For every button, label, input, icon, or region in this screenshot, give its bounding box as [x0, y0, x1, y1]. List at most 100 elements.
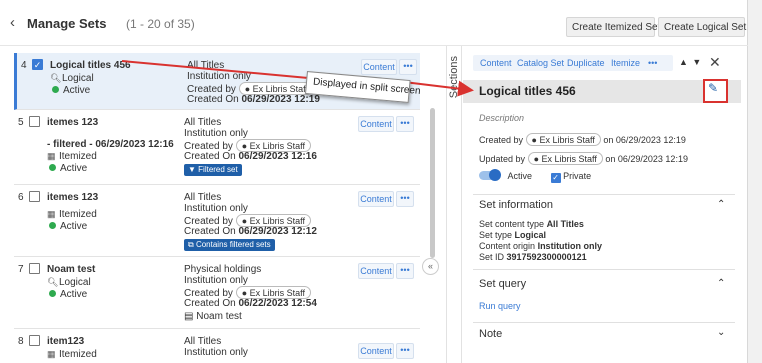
set-scope: Institution only: [184, 347, 248, 358]
filtered-label: - filtered - 06/29/2023 12:16: [47, 139, 174, 150]
set-type: 🔍︎Logical: [50, 73, 94, 84]
list-scrollbar[interactable]: [430, 108, 435, 258]
row-index: 8: [18, 336, 24, 347]
itemized-icon: ▦: [47, 349, 56, 359]
created-on: Created On 06/29/2023 12:19: [187, 94, 320, 105]
set-name[interactable]: itemes 123: [47, 192, 98, 203]
detail-panel: Content Catalog Set Duplicate Itemize ••…: [463, 46, 745, 363]
user-pill[interactable]: ● Ex Libris Staff: [525, 133, 601, 146]
set-information-header[interactable]: Set information: [479, 199, 553, 211]
set-status: Active: [47, 221, 87, 232]
chevron-left-icon[interactable]: ‹: [10, 15, 15, 31]
contains-filtered-badge: ⧉ Contains filtered sets: [184, 239, 275, 251]
filter-icon: ▼: [188, 165, 196, 174]
run-query-link[interactable]: Run query: [479, 301, 521, 311]
row-index: 4: [21, 60, 27, 71]
active-label: Active: [507, 171, 533, 181]
chevron-up-icon[interactable]: ⌃: [717, 199, 725, 210]
list-item[interactable]: 6 itemes 123 ▦ Itemized Active All Titles…: [14, 185, 420, 257]
logical-icon: 🔍︎: [50, 73, 62, 83]
chevron-down-icon[interactable]: ⌄: [717, 327, 725, 338]
itemized-icon: ▦: [47, 151, 56, 161]
result-count: (1 - 20 of 35): [126, 17, 195, 31]
set-note: ▤ Noam test: [184, 311, 242, 322]
divider: [473, 194, 735, 195]
set-name[interactable]: Noam test: [47, 264, 95, 275]
close-icon[interactable]: ✕: [709, 54, 721, 71]
row-checkbox[interactable]: [29, 191, 40, 202]
create-logical-set-button[interactable]: Create Logical Set: [658, 17, 746, 37]
double-chevron-left-icon[interactable]: «: [422, 258, 439, 275]
window-edge: [748, 0, 762, 363]
list-item[interactable]: 7 Noam test 🔍︎Logical Active Physical ho…: [14, 257, 420, 329]
info-content-type: Set content type All Titles: [479, 219, 584, 229]
private-label: Private: [563, 171, 592, 181]
tab-content[interactable]: Content: [480, 58, 512, 68]
content-button[interactable]: Content: [358, 191, 394, 207]
more-actions-button[interactable]: •••: [396, 263, 414, 279]
row-checkbox[interactable]: [29, 263, 40, 274]
list-item[interactable]: 5 itemes 123 - filtered - 06/29/2023 12:…: [14, 110, 420, 185]
row-checkbox[interactable]: [29, 116, 40, 127]
active-dot-icon: [49, 290, 56, 297]
detail-title: Logical titles 456: [479, 84, 576, 98]
row-index: 5: [18, 117, 24, 128]
set-name[interactable]: item123: [47, 336, 84, 347]
row-index: 7: [18, 264, 24, 275]
row-checkbox[interactable]: ✓: [32, 59, 43, 70]
set-type: ▦ Itemized: [47, 349, 97, 360]
more-actions-button[interactable]: •••: [396, 191, 414, 207]
nav-arrows-icon[interactable]: ▲ ▼: [679, 57, 702, 67]
sets-icon: ⧉: [188, 240, 194, 249]
created-on: Created On 06/29/2023 12:16: [184, 151, 317, 162]
user-pill[interactable]: ● Ex Libris Staff: [527, 152, 603, 165]
logical-icon: 🔍︎: [47, 277, 59, 287]
divider: [473, 322, 735, 323]
chevron-up-icon[interactable]: ⌃: [717, 278, 725, 289]
pencil-icon[interactable]: ✎: [708, 81, 718, 95]
created-by-line: Created by ● Ex Libris Staff on 06/29/20…: [479, 133, 686, 146]
active-dot-icon: [49, 164, 56, 171]
sections-label[interactable]: Sections: [448, 56, 460, 98]
toolbar-more-button[interactable]: •••: [648, 58, 657, 68]
create-itemized-set-button[interactable]: Create Itemized Set: [566, 17, 660, 37]
more-actions-button[interactable]: •••: [399, 59, 417, 75]
set-type: 🔍︎Logical: [47, 277, 91, 288]
info-set-type: Set type Logical: [479, 230, 547, 240]
sets-list: 4 ✓ Logical titles 456 🔍︎Logical Active …: [14, 53, 420, 363]
set-content: All Titles: [184, 336, 222, 347]
divider: [473, 269, 735, 270]
content-button[interactable]: Content: [361, 59, 397, 75]
tab-catalog-set[interactable]: Catalog Set: [517, 58, 564, 68]
created-on: Created On 06/29/2023 12:12: [184, 226, 317, 237]
set-content: Physical holdings: [184, 264, 262, 275]
list-item[interactable]: 8 item123 ▦ Itemized All Titles Instituti…: [14, 329, 420, 363]
page-header: ‹ Manage Sets (1 - 20 of 35) Create Item…: [0, 0, 748, 46]
tab-duplicate[interactable]: Duplicate: [567, 58, 605, 68]
row-checkbox[interactable]: [29, 335, 40, 346]
row-index: 6: [18, 192, 24, 203]
created-on: Created On 06/22/2023 12:54: [184, 298, 317, 309]
more-actions-button[interactable]: •••: [396, 343, 414, 359]
set-status: Active: [47, 289, 87, 300]
updated-by-line: Updated by ● Ex Libris Staff on 06/29/20…: [479, 152, 688, 165]
note-header[interactable]: Note: [479, 328, 502, 340]
set-content: All Titles: [187, 60, 225, 71]
tab-itemize[interactable]: Itemize: [611, 58, 640, 68]
active-dot-icon: [52, 86, 59, 93]
active-toggle[interactable]: [479, 169, 501, 181]
set-type: ▦ Itemized: [47, 209, 97, 220]
set-query-header[interactable]: Set query: [479, 278, 526, 290]
content-button[interactable]: Content: [358, 343, 394, 359]
private-checkbox[interactable]: ✓: [550, 173, 561, 183]
set-name[interactable]: itemes 123: [47, 117, 98, 128]
set-name[interactable]: Logical titles 456: [50, 60, 131, 71]
set-scope: Institution only: [184, 128, 248, 139]
filtered-set-badge: ▼ Filtered set: [184, 164, 242, 176]
content-button[interactable]: Content: [358, 116, 394, 132]
page-title: Manage Sets: [27, 16, 107, 31]
more-actions-button[interactable]: •••: [396, 116, 414, 132]
info-set-id: Set ID 3917592300000121: [479, 252, 587, 262]
content-button[interactable]: Content: [358, 263, 394, 279]
itemized-icon: ▦: [47, 209, 56, 219]
